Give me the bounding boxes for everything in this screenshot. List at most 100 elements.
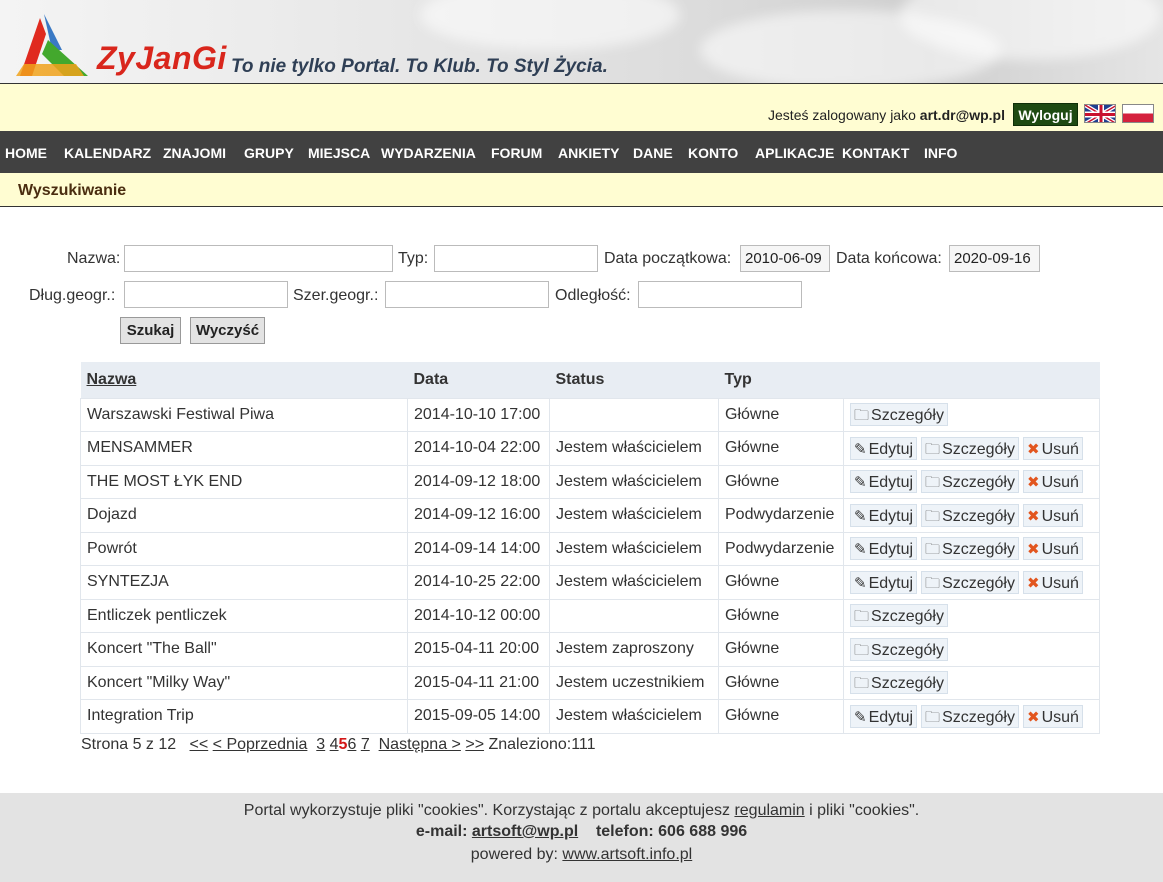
nav-znajomi[interactable]: ZNAJOMI [163, 145, 226, 161]
pagination: Strona 5 z 12 << < Poprzednia 3 456 7 Na… [81, 736, 596, 754]
edit-button[interactable]: ✎ Edytuj [850, 570, 918, 594]
cell-type: Główne [718, 665, 844, 700]
delete-button-label: Usuń [1041, 507, 1079, 525]
cell-date: 2014-10-25 22:00 [407, 565, 550, 600]
details-button[interactable]: 🗀 Szczegóły [850, 403, 948, 427]
details-button[interactable]: 🗀 Szczegóły [921, 537, 1019, 561]
nav-forum[interactable]: FORUM [491, 145, 542, 161]
start-date-input[interactable] [740, 245, 830, 272]
latitude-input[interactable] [385, 281, 549, 308]
column-header-status: Status [549, 362, 719, 398]
logo-icon[interactable] [14, 14, 90, 78]
details-button-label: Szczegóły [942, 440, 1015, 458]
login-status: Jesteś zalogowany jako art.dr@wp.pl [768, 107, 1005, 123]
nav-wydarzenia[interactable]: WYDARZENIA [381, 145, 476, 161]
nav-aplikacje[interactable]: APLIKACJE [755, 145, 834, 161]
polish-flag-icon[interactable] [1122, 104, 1154, 123]
nav-kalendarz[interactable]: KALENDARZ [64, 145, 151, 161]
details-button[interactable]: 🗀 Szczegóły [921, 570, 1019, 594]
details-button[interactable]: 🗀 Szczegóły [850, 637, 948, 661]
delete-icon: ✖ [1026, 541, 1040, 559]
details-button[interactable]: 🗀 Szczegóły [921, 436, 1019, 460]
details-button[interactable]: 🗀 Szczegóły [921, 503, 1019, 527]
table-row: MENSAMMER 2014-10-04 22:00 Jestem właścici… [80, 431, 1100, 466]
longitude-input[interactable] [124, 281, 288, 308]
details-button[interactable]: 🗀 Szczegóły [921, 470, 1019, 494]
page-link[interactable]: 3 [316, 736, 325, 753]
details-button-label: Szczegóły [942, 574, 1015, 592]
delete-button[interactable]: ✖ Usuń [1022, 570, 1083, 594]
next-page-link[interactable]: Następna > [379, 736, 461, 753]
results-count: Znaleziono:111 [488, 736, 596, 753]
contact-line: e-mail: artsoft@wp.pl telefon: 606 688 9… [0, 823, 1163, 841]
english-flag-icon[interactable] [1084, 104, 1116, 123]
delete-button[interactable]: ✖ Usuń [1022, 436, 1083, 460]
clear-button[interactable]: Wyczyść [190, 317, 265, 344]
cell-status: Jestem właścicielem [549, 699, 719, 734]
cell-status: Jestem uczestnikiem [549, 665, 719, 700]
name-input[interactable] [124, 245, 393, 272]
details-button[interactable]: 🗀 Szczegóły [850, 671, 948, 695]
name-label: Nazwa: [67, 250, 121, 267]
terms-link[interactable]: regulamin [734, 802, 804, 819]
nav-home[interactable]: HOME [5, 145, 47, 161]
page-link[interactable]: 4 [330, 736, 339, 753]
column-header-name[interactable]: Nazwa [80, 362, 408, 398]
site-footer: Portal wykorzystuje pliki "cookies". Kor… [0, 793, 1163, 882]
first-page-link[interactable]: << [190, 736, 209, 753]
nav-ankiety[interactable]: ANKIETY [558, 145, 619, 161]
cell-actions: 🗀 Szczegóły [843, 598, 1100, 633]
last-page-link[interactable]: >> [465, 736, 484, 753]
cell-date: 2014-10-04 22:00 [407, 431, 550, 466]
folder-icon: 🗀 [854, 675, 870, 693]
delete-button[interactable]: ✖ Usuń [1022, 704, 1083, 728]
start-date-label: Data początkowa: [604, 250, 732, 267]
edit-button[interactable]: ✎ Edytuj [850, 470, 918, 494]
edit-button[interactable]: ✎ Edytuj [850, 704, 918, 728]
edit-button[interactable]: ✎ Edytuj [850, 436, 918, 460]
page-link[interactable]: 7 [361, 736, 370, 753]
powered-link[interactable]: www.artsoft.info.pl [562, 846, 692, 863]
details-button-label: Szczegóły [871, 675, 944, 693]
email-link[interactable]: artsoft@wp.pl [472, 823, 578, 840]
nav-grupy[interactable]: GRUPY [244, 145, 294, 161]
nav-konto[interactable]: KONTO [688, 145, 738, 161]
delete-button[interactable]: ✖ Usuń [1022, 470, 1083, 494]
distance-input[interactable] [638, 281, 802, 308]
nav-miejsca[interactable]: MIEJSCA [308, 145, 370, 161]
logout-button[interactable]: Wyloguj [1013, 103, 1078, 126]
type-input[interactable] [434, 245, 598, 272]
nav-info[interactable]: INFO [924, 145, 957, 161]
cell-date: 2014-09-12 18:00 [407, 464, 550, 499]
delete-button-label: Usuń [1041, 574, 1079, 592]
delete-icon: ✖ [1026, 440, 1040, 458]
delete-button[interactable]: ✖ Usuń [1022, 503, 1083, 527]
details-button-label: Szczegóły [942, 507, 1015, 525]
folder-icon: 🗀 [854, 608, 870, 626]
search-button[interactable]: Szukaj [120, 317, 181, 344]
prev-page-link[interactable]: < Poprzednia [213, 736, 308, 753]
details-button[interactable]: 🗀 Szczegóły [850, 604, 948, 628]
edit-button[interactable]: ✎ Edytuj [850, 503, 918, 527]
end-date-label: Data końcowa: [836, 250, 942, 267]
end-date-input[interactable] [949, 245, 1040, 272]
table-row: Warszawski Festiwal Piwa 2014-10-10 17:00… [80, 397, 1100, 432]
page-link[interactable]: 6 [347, 736, 356, 753]
cell-status: Jestem właścicielem [549, 531, 719, 566]
cell-actions: 🗀 Szczegóły [843, 397, 1100, 432]
delete-button[interactable]: ✖ Usuń [1022, 537, 1083, 561]
edit-button-label: Edytuj [868, 440, 914, 458]
edit-icon: ✎ [854, 507, 867, 525]
cell-status [549, 598, 719, 633]
edit-icon: ✎ [854, 474, 867, 492]
details-button[interactable]: 🗀 Szczegóły [921, 704, 1019, 728]
cell-name: MENSAMMER [80, 431, 408, 466]
nav-dane[interactable]: DANE [633, 145, 673, 161]
nav-kontakt[interactable]: KONTAKT [842, 145, 909, 161]
type-label: Typ: [398, 250, 429, 267]
edit-button[interactable]: ✎ Edytuj [850, 537, 918, 561]
cell-date: 2015-09-05 14:00 [407, 699, 550, 734]
logo-text[interactable]: ZyJanGi [97, 40, 227, 77]
site-header: ZyJanGi To nie tylko Portal. To Klub. To… [0, 0, 1163, 84]
edit-icon: ✎ [854, 541, 867, 559]
